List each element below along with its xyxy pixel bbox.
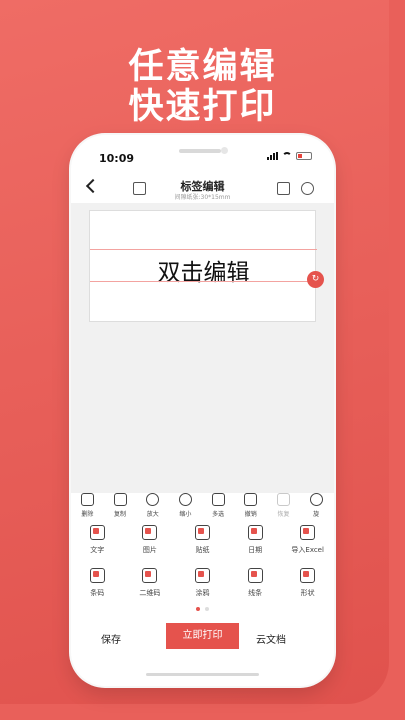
trash-icon xyxy=(80,493,94,506)
bottom-action-bar: 保存 立即打印 云文档 xyxy=(71,623,334,663)
save-button[interactable]: 保存 xyxy=(101,631,121,646)
insert-label: 导入Excel xyxy=(291,546,324,554)
insert-qrcode-button[interactable]: 二维码 xyxy=(124,568,177,598)
shape-icon xyxy=(300,568,316,583)
qrcode-icon xyxy=(142,568,158,583)
undo-button[interactable]: 撤销 xyxy=(234,493,267,523)
pen-icon xyxy=(194,568,210,583)
edit-toolbar: 删除 复制 放大 缩小 多选 撤销 恢复 旋 xyxy=(71,493,334,523)
print-now-button[interactable]: 立即打印 xyxy=(166,623,239,649)
label-preview[interactable]: 双击编辑 xyxy=(89,210,317,322)
wifi-icon xyxy=(282,152,292,160)
phone-frame: 10:09 标签编辑 间隙纸张:30*15mm 双击编辑 ↻ 删除 复制 放大 … xyxy=(71,135,334,686)
insert-label: 形状 xyxy=(300,589,315,597)
insert-date-button[interactable]: 日期 xyxy=(229,525,282,555)
delete-button[interactable]: 删除 xyxy=(71,493,104,523)
status-time: 10:09 xyxy=(99,152,135,165)
zoom-out-icon xyxy=(178,493,192,506)
page-indicator xyxy=(71,607,334,611)
promo-headline-line2: 快速打印 xyxy=(128,87,277,127)
tool-label: 多选 xyxy=(212,511,225,518)
zoom-out-button[interactable]: 缩小 xyxy=(169,493,202,523)
page-dot[interactable] xyxy=(205,607,209,611)
image-icon[interactable] xyxy=(277,182,290,195)
insert-text-button[interactable]: 文字 xyxy=(71,525,124,555)
picture-icon xyxy=(142,525,158,540)
text-icon xyxy=(89,525,105,540)
tool-label: 删除 xyxy=(81,511,94,518)
tool-label: 恢复 xyxy=(277,511,290,518)
camera-dot xyxy=(221,147,228,154)
insert-grid-row1: 文字 图片 贴纸 日期 导入Excel xyxy=(71,525,334,555)
excel-icon xyxy=(300,525,316,540)
insert-label: 日期 xyxy=(248,546,263,554)
copy-icon xyxy=(113,493,127,506)
editor-canvas: 双击编辑 ↻ xyxy=(71,203,334,493)
redo-icon xyxy=(276,493,290,506)
guide-line-top xyxy=(90,249,317,250)
barcode-icon xyxy=(89,568,105,583)
import-excel-button[interactable]: 导入Excel xyxy=(281,525,334,555)
insert-line-button[interactable]: 线条 xyxy=(229,568,282,598)
rotate-icon xyxy=(309,493,323,506)
zoom-in-button[interactable]: 放大 xyxy=(136,493,169,523)
insert-sticker-button[interactable]: 贴纸 xyxy=(176,525,229,555)
speaker-notch xyxy=(179,149,221,153)
calendar-icon xyxy=(247,525,263,540)
insert-barcode-button[interactable]: 条码 xyxy=(71,568,124,598)
tool-label: 缩小 xyxy=(179,511,192,518)
rotate-handle-icon[interactable]: ↻ xyxy=(307,271,324,288)
line-icon xyxy=(247,568,263,583)
insert-grid-row2: 条码 二维码 涂鸦 线条 形状 xyxy=(71,568,334,598)
tool-label: 放大 xyxy=(146,511,159,518)
undo-icon xyxy=(244,493,258,506)
insert-label: 涂鸦 xyxy=(195,589,210,597)
insert-label: 图片 xyxy=(142,546,157,554)
multi-select-button[interactable]: 多选 xyxy=(202,493,235,523)
battery-icon xyxy=(296,152,312,160)
insert-label: 二维码 xyxy=(139,589,161,597)
multi-select-icon xyxy=(211,493,225,506)
insert-picture-button[interactable]: 图片 xyxy=(124,525,177,555)
insert-label: 条码 xyxy=(90,589,105,597)
page-dot-active[interactable] xyxy=(196,607,200,611)
tool-label: 复制 xyxy=(114,511,127,518)
zoom-in-icon xyxy=(146,493,160,506)
copy-button[interactable]: 复制 xyxy=(104,493,137,523)
signal-icon xyxy=(267,152,278,160)
insert-label: 线条 xyxy=(248,589,263,597)
cloud-docs-button[interactable]: 云文档 xyxy=(256,631,286,646)
insert-doodle-button[interactable]: 涂鸦 xyxy=(176,568,229,598)
insert-label: 贴纸 xyxy=(195,546,210,554)
rotate-button[interactable]: 旋 xyxy=(300,493,333,523)
tool-label: 撤销 xyxy=(244,511,257,518)
settings-icon[interactable] xyxy=(301,182,314,195)
insert-shape-button[interactable]: 形状 xyxy=(281,568,334,598)
page-subtitle: 间隙纸张:30*15mm xyxy=(174,194,231,201)
sticker-icon xyxy=(194,525,210,540)
status-icons xyxy=(267,152,312,160)
guide-line-bottom xyxy=(90,281,317,282)
redo-button[interactable]: 恢复 xyxy=(267,493,300,523)
tool-label: 旋 xyxy=(313,511,320,518)
navbar: 标签编辑 间隙纸张:30*15mm xyxy=(71,177,334,203)
insert-label: 文字 xyxy=(90,546,105,554)
home-indicator xyxy=(146,673,259,676)
